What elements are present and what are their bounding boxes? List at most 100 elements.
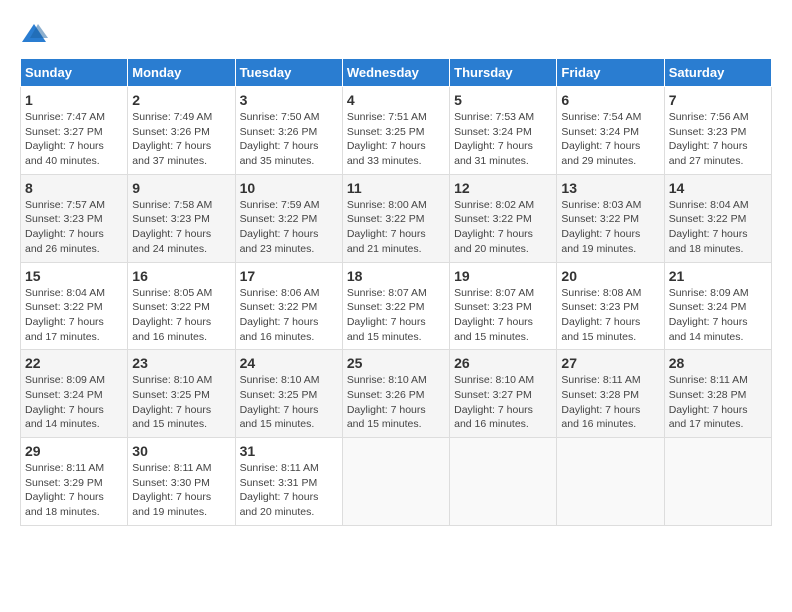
day-detail: Sunrise: 7:53 AMSunset: 3:24 PMDaylight:… [454,110,552,169]
day-detail: Sunrise: 8:10 AMSunset: 3:26 PMDaylight:… [347,373,445,432]
day-number: 6 [561,92,659,108]
day-cell-7: 7 Sunrise: 7:56 AMSunset: 3:23 PMDaylight… [664,87,771,175]
day-detail: Sunrise: 8:06 AMSunset: 3:22 PMDaylight:… [240,286,338,345]
day-cell-13: 13 Sunrise: 8:03 AMSunset: 3:22 PMDayligh… [557,174,664,262]
day-detail: Sunrise: 7:50 AMSunset: 3:26 PMDaylight:… [240,110,338,169]
day-number: 20 [561,268,659,284]
day-cell-29: 29Sunrise: 8:11 AMSunset: 3:29 PMDayligh… [21,438,128,526]
day-header-wednesday: Wednesday [342,59,449,87]
day-number: 24 [240,355,338,371]
day-number: 8 [25,180,123,196]
calendar-row: 29Sunrise: 8:11 AMSunset: 3:29 PMDayligh… [21,438,772,526]
logo [20,20,52,48]
day-cell-26: 26 Sunrise: 8:10 AMSunset: 3:27 PMDayligh… [450,350,557,438]
day-number: 23 [132,355,230,371]
day-cell-30: 30 Sunrise: 8:11 AMSunset: 3:30 PMDayligh… [128,438,235,526]
calendar-row: 22 Sunrise: 8:09 AMSunset: 3:24 PMDayligh… [21,350,772,438]
day-cell-16: 16 Sunrise: 8:05 AMSunset: 3:22 PMDayligh… [128,262,235,350]
day-cell-21: 21 Sunrise: 8:09 AMSunset: 3:24 PMDayligh… [664,262,771,350]
day-number: 12 [454,180,552,196]
day-number: 19 [454,268,552,284]
day-header-monday: Monday [128,59,235,87]
day-cell-12: 12 Sunrise: 8:02 AMSunset: 3:22 PMDayligh… [450,174,557,262]
day-header-saturday: Saturday [664,59,771,87]
day-detail: Sunrise: 7:54 AMSunset: 3:24 PMDaylight:… [561,110,659,169]
day-number: 30 [132,443,230,459]
day-cell-4: 4 Sunrise: 7:51 AMSunset: 3:25 PMDaylight… [342,87,449,175]
day-cell-15: 15 Sunrise: 8:04 AMSunset: 3:22 PMDayligh… [21,262,128,350]
empty-cell [342,438,449,526]
day-detail: Sunrise: 8:11 AMSunset: 3:30 PMDaylight:… [132,461,230,520]
day-detail: Sunrise: 8:03 AMSunset: 3:22 PMDaylight:… [561,198,659,257]
day-number: 7 [669,92,767,108]
day-detail: Sunrise: 8:05 AMSunset: 3:22 PMDaylight:… [132,286,230,345]
day-number: 15 [25,268,123,284]
page-header [20,20,772,48]
day-detail: Sunrise: 8:07 AMSunset: 3:22 PMDaylight:… [347,286,445,345]
day-detail: Sunrise: 7:57 AMSunset: 3:23 PMDaylight:… [25,198,123,257]
day-detail: Sunrise: 8:09 AMSunset: 3:24 PMDaylight:… [669,286,767,345]
day-detail: Sunrise: 8:04 AMSunset: 3:22 PMDaylight:… [25,286,123,345]
day-detail: Sunrise: 7:47 AMSunset: 3:27 PMDaylight:… [25,110,123,169]
empty-cell [664,438,771,526]
day-detail: Sunrise: 7:51 AMSunset: 3:25 PMDaylight:… [347,110,445,169]
day-header-sunday: Sunday [21,59,128,87]
day-cell-5: 5 Sunrise: 7:53 AMSunset: 3:24 PMDaylight… [450,87,557,175]
day-number: 26 [454,355,552,371]
day-cell-10: 10 Sunrise: 7:59 AMSunset: 3:22 PMDayligh… [235,174,342,262]
day-cell-19: 19Sunrise: 8:07 AMSunset: 3:23 PMDayligh… [450,262,557,350]
day-cell-1: 1 Sunrise: 7:47 AMSunset: 3:27 PMDaylight… [21,87,128,175]
day-detail: Sunrise: 8:02 AMSunset: 3:22 PMDaylight:… [454,198,552,257]
day-number: 28 [669,355,767,371]
day-cell-2: 2Sunrise: 7:49 AMSunset: 3:26 PMDaylight… [128,87,235,175]
day-detail: Sunrise: 7:56 AMSunset: 3:23 PMDaylight:… [669,110,767,169]
day-detail: Sunrise: 7:59 AMSunset: 3:22 PMDaylight:… [240,198,338,257]
day-detail: Sunrise: 7:58 AMSunset: 3:23 PMDaylight:… [132,198,230,257]
day-cell-25: 25 Sunrise: 8:10 AMSunset: 3:26 PMDayligh… [342,350,449,438]
empty-cell [450,438,557,526]
logo-icon [20,20,48,48]
day-number: 13 [561,180,659,196]
day-detail: Sunrise: 8:00 AMSunset: 3:22 PMDaylight:… [347,198,445,257]
calendar-row: 1 Sunrise: 7:47 AMSunset: 3:27 PMDaylight… [21,87,772,175]
day-number: 27 [561,355,659,371]
day-cell-31: 31Sunrise: 8:11 AMSunset: 3:31 PMDayligh… [235,438,342,526]
calendar-row: 8 Sunrise: 7:57 AMSunset: 3:23 PMDaylight… [21,174,772,262]
day-header-friday: Friday [557,59,664,87]
day-cell-28: 28 Sunrise: 8:11 AMSunset: 3:28 PMDayligh… [664,350,771,438]
day-number: 3 [240,92,338,108]
day-detail: Sunrise: 8:09 AMSunset: 3:24 PMDaylight:… [25,373,123,432]
day-number: 16 [132,268,230,284]
day-cell-27: 27 Sunrise: 8:11 AMSunset: 3:28 PMDayligh… [557,350,664,438]
day-detail: Sunrise: 8:10 AMSunset: 3:25 PMDaylight:… [132,373,230,432]
day-detail: Sunrise: 8:11 AMSunset: 3:28 PMDaylight:… [669,373,767,432]
day-cell-11: 11 Sunrise: 8:00 AMSunset: 3:22 PMDayligh… [342,174,449,262]
day-number: 21 [669,268,767,284]
day-number: 9 [132,180,230,196]
day-number: 2 [132,92,230,108]
empty-cell [557,438,664,526]
day-header-tuesday: Tuesday [235,59,342,87]
day-detail: Sunrise: 8:10 AMSunset: 3:27 PMDaylight:… [454,373,552,432]
day-detail: Sunrise: 8:08 AMSunset: 3:23 PMDaylight:… [561,286,659,345]
day-number: 18 [347,268,445,284]
day-number: 1 [25,92,123,108]
day-number: 22 [25,355,123,371]
calendar-header: SundayMondayTuesdayWednesdayThursdayFrid… [21,59,772,87]
day-number: 10 [240,180,338,196]
day-number: 5 [454,92,552,108]
day-cell-6: 6 Sunrise: 7:54 AMSunset: 3:24 PMDaylight… [557,87,664,175]
day-number: 11 [347,180,445,196]
day-number: 4 [347,92,445,108]
calendar-row: 15 Sunrise: 8:04 AMSunset: 3:22 PMDayligh… [21,262,772,350]
day-detail: Sunrise: 8:10 AMSunset: 3:25 PMDaylight:… [240,373,338,432]
day-header-thursday: Thursday [450,59,557,87]
day-number: 31 [240,443,338,459]
day-number: 25 [347,355,445,371]
calendar-table: SundayMondayTuesdayWednesdayThursdayFrid… [20,58,772,526]
day-cell-20: 20 Sunrise: 8:08 AMSunset: 3:23 PMDayligh… [557,262,664,350]
day-cell-22: 22 Sunrise: 8:09 AMSunset: 3:24 PMDayligh… [21,350,128,438]
day-number: 14 [669,180,767,196]
day-detail: Sunrise: 8:11 AMSunset: 3:28 PMDaylight:… [561,373,659,432]
day-detail: Sunrise: 8:11 AMSunset: 3:29 PMDaylight:… [25,461,123,520]
